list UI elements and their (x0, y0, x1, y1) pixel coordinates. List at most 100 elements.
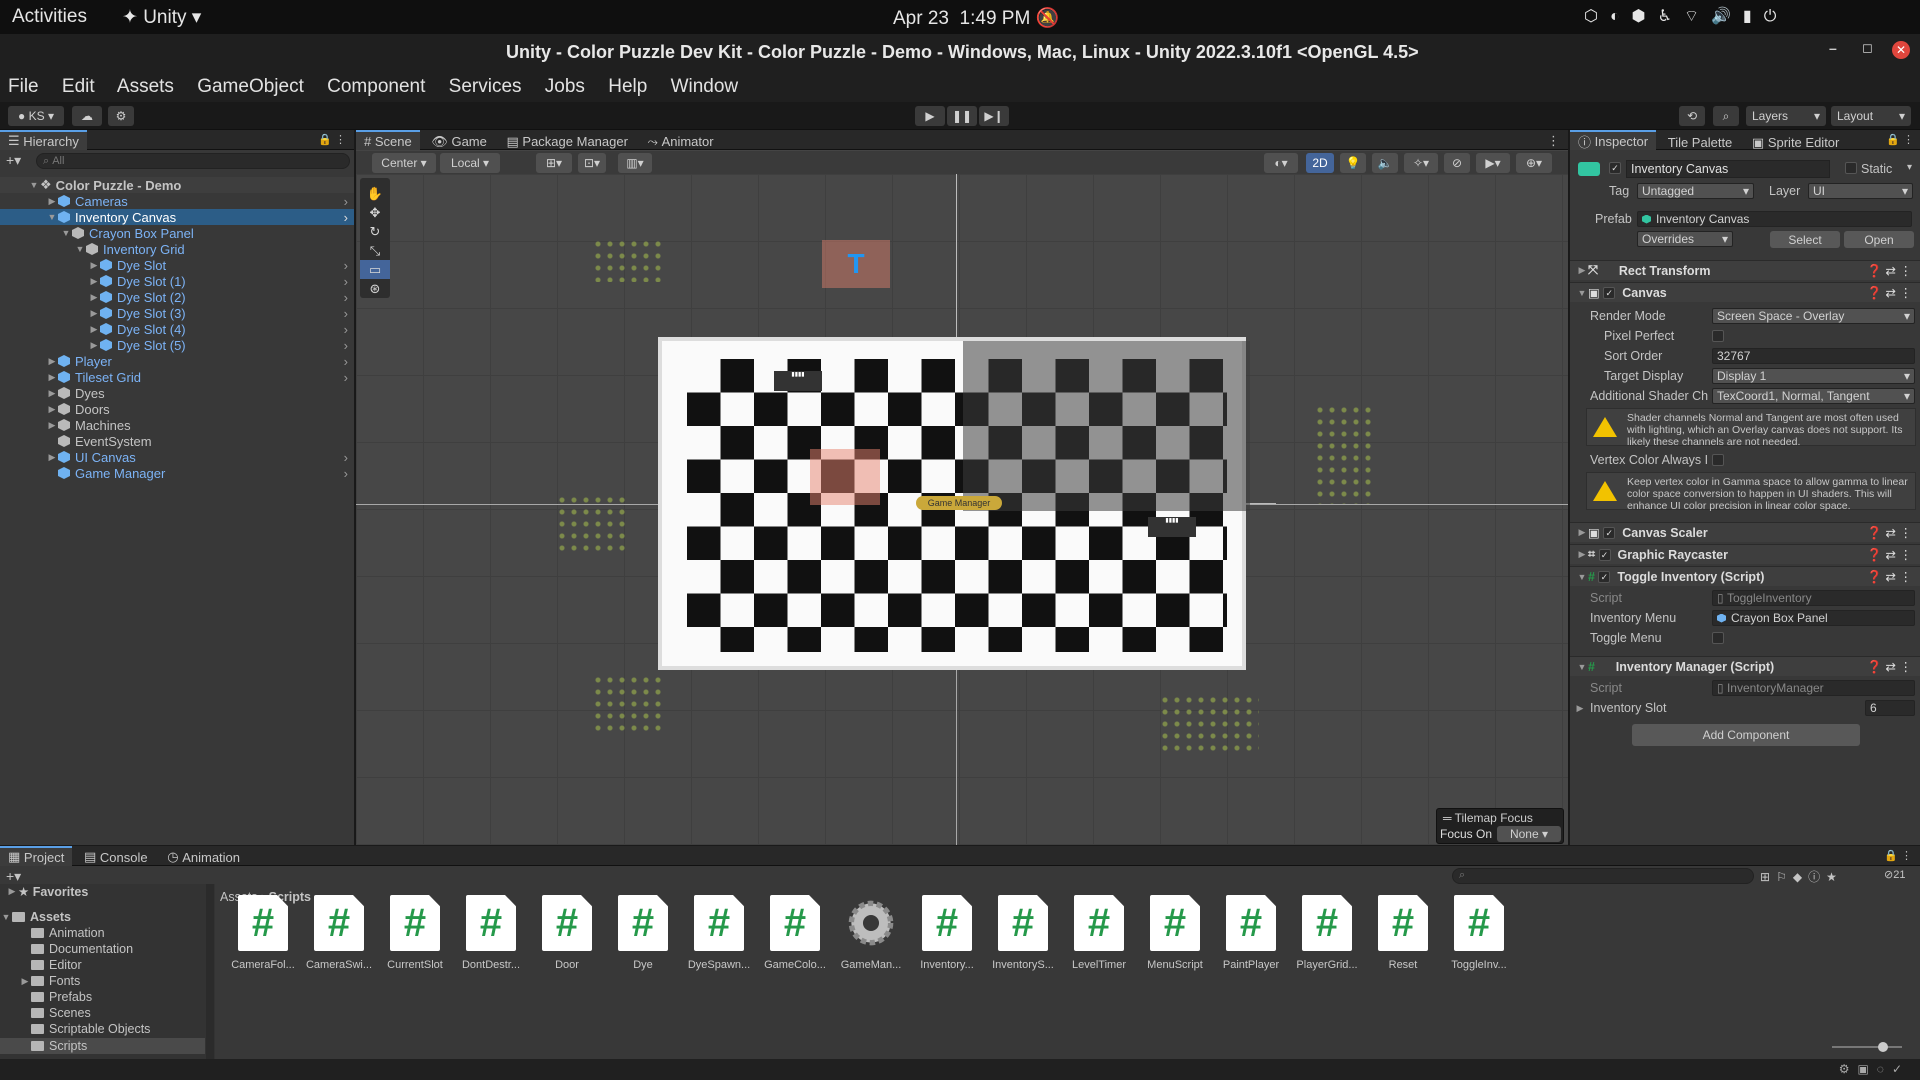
audio-icon[interactable]: 🔈 (1372, 153, 1398, 173)
hidden-objects-icon[interactable]: ⊘ (1444, 153, 1470, 173)
tab-animation[interactable]: ◷ Animation (159, 847, 248, 867)
menu-services[interactable]: Services (449, 76, 522, 97)
snap-increment-icon[interactable]: ⊡▾ (578, 153, 606, 173)
cache-icon[interactable]: ▣ (1857, 1062, 1876, 1076)
drag-handle-icon[interactable]: ═ (1443, 811, 1455, 825)
shader-channels-dropdown[interactable]: TexCoord1, Normal, Tangent ▾ (1712, 388, 1915, 404)
scene-viewport[interactable]: ✋ ✥ ↻ ⤡ ▭ ⊛ ▮▮▮▮ ▮▮▮▮ T Game Manager ═ T… (356, 174, 1568, 845)
game-manager-gizmo[interactable]: Game Manager (916, 496, 1002, 510)
folder-documentation[interactable]: Documentation (31, 942, 133, 956)
hierarchy-search-input[interactable]: ⌕ All (36, 153, 350, 169)
effects-icon[interactable]: ✧▾ (1404, 153, 1438, 173)
move-tool-icon[interactable]: ✥ (360, 203, 390, 222)
asset-item[interactable]: # Reset (1368, 895, 1438, 971)
tab-hierarchy[interactable]: ☰ Hierarchy (0, 130, 87, 150)
object-name-input[interactable]: Inventory Canvas (1626, 160, 1830, 178)
inventory-slot-size-input[interactable]: 6 (1865, 700, 1915, 716)
hierarchy-item-dye-slot-4[interactable]: ▶ Dye Slot (4) › (0, 321, 354, 337)
scale-tool-icon[interactable]: ⤡ (360, 241, 390, 260)
panel-menu-icon[interactable]: 🔒 ⋮ (1884, 849, 1912, 862)
active-checkbox[interactable]: ✓ (1609, 162, 1621, 174)
project-search-input[interactable]: ⌕ (1452, 868, 1754, 884)
progress-icon[interactable]: ◌ (1877, 1062, 1892, 1076)
collab-icon[interactable]: ⚙ (108, 106, 134, 126)
panel-menu-icon[interactable]: 🔒 ⋮ (318, 133, 346, 146)
component-options-icon[interactable]: ❓ ⇄ ⋮ (1867, 569, 1912, 585)
hierarchy-item-inventory-grid[interactable]: ▼ Inventory Grid (0, 241, 354, 257)
hierarchy-item-eventsystem[interactable]: EventSystem (0, 433, 354, 449)
tab-game[interactable]: 👁 Game (423, 132, 495, 152)
asset-item[interactable]: # DyeSpawn... (684, 895, 754, 971)
hierarchy-item-ui-canvas[interactable]: ▶ UI Canvas › (0, 449, 354, 465)
hidden-packages-count[interactable]: ⊘21 (1884, 868, 1905, 881)
component-options-icon[interactable]: ❓ ⇄ ⋮ (1867, 285, 1912, 301)
asset-item[interactable]: # DontDestr... (456, 895, 526, 971)
menu-gameobject[interactable]: GameObject (197, 76, 304, 97)
asset-item[interactable]: # CurrentSlot (380, 895, 450, 971)
project-toolbar-icons[interactable]: ⊞⚐◆ⓘ★ (1760, 868, 1843, 885)
tab-animator[interactable]: ⤳ Animator (640, 132, 722, 152)
wifi-icon[interactable]: ⌔ (1684, 8, 1711, 25)
battery-icon[interactable]: ▮ (1743, 8, 1764, 25)
tray-cube-icon[interactable]: ⬢ (1632, 8, 1658, 25)
prefab-open-button[interactable]: Open (1844, 231, 1914, 248)
tab-scene[interactable]: # Scene (356, 130, 420, 150)
volume-icon[interactable]: 🔊 (1711, 8, 1743, 25)
folder-scripts[interactable]: Scripts (0, 1038, 205, 1054)
vertex-color-checkbox[interactable] (1712, 454, 1724, 466)
create-asset-button[interactable]: +▾ (6, 868, 21, 885)
static-dropdown-icon[interactable]: ▾ (1907, 162, 1912, 173)
step-button[interactable]: ▶❙ (979, 106, 1009, 126)
layer-dropdown[interactable]: UI ▾ (1808, 183, 1913, 199)
sort-order-input[interactable]: 32767 (1712, 348, 1915, 364)
gizmos-icon[interactable]: ⊕▾ (1516, 153, 1552, 173)
hierarchy-item-dye-slot-2[interactable]: ▶ Dye Slot (2) › (0, 289, 354, 305)
filter-label-icon[interactable]: ⚐ (1776, 870, 1793, 884)
clock[interactable]: Apr 23 1:49 PM 🔕 (893, 6, 1059, 30)
assets-folder[interactable]: ▼ Assets (0, 910, 71, 924)
play-button[interactable]: ▶ (915, 106, 945, 126)
hierarchy-item-dye-slot-3[interactable]: ▶ Dye Slot (3) › (0, 305, 354, 321)
asset-item[interactable]: # LevelTimer (1064, 895, 1134, 971)
pixel-perfect-checkbox[interactable] (1712, 330, 1724, 342)
asset-item[interactable]: # InventoryS... (988, 895, 1058, 971)
overrides-dropdown[interactable]: Overrides ▾ (1637, 231, 1733, 247)
component-options-icon[interactable]: ❓ ⇄ ⋮ (1867, 263, 1912, 279)
tray-sync-icon[interactable]: ◐ (1610, 8, 1632, 25)
app-menu[interactable]: ✦ Unity ▾ (122, 6, 201, 29)
search-icon[interactable]: ⌕ (1713, 106, 1739, 126)
asset-item[interactable]: # PaintPlayer (1216, 895, 1286, 971)
activities-button[interactable]: Activities (12, 6, 87, 28)
cloud-icon[interactable]: ☁ (72, 106, 102, 126)
pivot-dropdown[interactable]: Center ▾ (372, 153, 436, 173)
asset-item[interactable]: # Door (532, 895, 602, 971)
hierarchy-item-game-manager[interactable]: Game Manager › (0, 465, 354, 481)
hierarchy-item-doors[interactable]: ▶ Doors (0, 401, 354, 417)
transform-tool-icon[interactable]: ⊛ (360, 279, 390, 298)
asset-item[interactable]: # CameraSwi... (304, 895, 374, 971)
ruler-icon[interactable]: ▥▾ (618, 153, 652, 173)
status-icons[interactable]: ⚙▣◌✓ (1839, 1062, 1910, 1076)
hierarchy-item-cameras[interactable]: ▶ Cameras › (0, 193, 354, 209)
scene-row[interactable]: ▼ ❖ Color Puzzle - Demo (0, 177, 354, 193)
minimize-icon[interactable]: – (1829, 40, 1837, 56)
prefab-select-button[interactable]: Select (1770, 231, 1840, 248)
tray-app-icon[interactable]: ⬡ (1584, 8, 1610, 25)
asset-item[interactable]: # PlayerGrid... (1292, 895, 1362, 971)
add-component-button[interactable]: Add Component (1632, 724, 1860, 746)
tag-icon[interactable]: ◆ (1793, 870, 1808, 884)
folder-animation[interactable]: Animation (31, 926, 105, 940)
tag-dropdown[interactable]: Untagged ▾ (1637, 183, 1754, 199)
inventory-menu-field[interactable]: Crayon Box Panel (1712, 610, 1915, 626)
folder-scenes[interactable]: Scenes (31, 1006, 91, 1020)
hierarchy-item-crayon-box-panel[interactable]: ▼ Crayon Box Panel (0, 225, 354, 241)
component-options-icon[interactable]: ❓ ⇄ ⋮ (1867, 547, 1912, 563)
component-canvas[interactable]: ▼ ▣ ✓ Canvas ❓ ⇄ ⋮ (1570, 282, 1920, 302)
component-inventory-manager[interactable]: ▼ # Inventory Manager (Script) ❓ ⇄ ⋮ (1570, 656, 1920, 676)
toggle-menu-checkbox[interactable] (1712, 632, 1724, 644)
history-icon[interactable]: ⟲ (1679, 106, 1705, 126)
info-icon[interactable]: ⓘ (1808, 870, 1826, 884)
hierarchy-item-dye-slot-1[interactable]: ▶ Dye Slot (1) › (0, 273, 354, 289)
star-icon[interactable]: ★ (1826, 870, 1843, 884)
add-object-button[interactable]: +▾ (6, 152, 21, 169)
